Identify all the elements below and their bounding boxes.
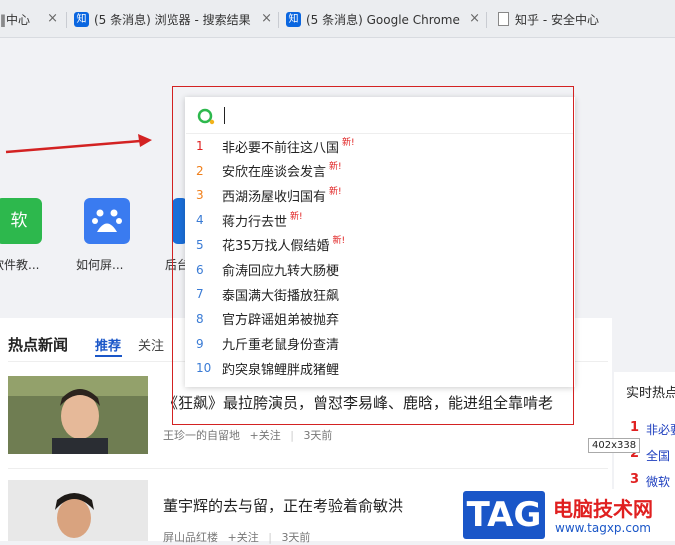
hot-item[interactable]: 微软 [646,473,675,490]
news-time: 3天前 [303,429,333,442]
hot-rank: 3 [630,472,640,487]
suggestion-rank: 10 [196,361,212,376]
baidu-shortcut-icon[interactable] [84,198,130,244]
suggestion-rank: 6 [196,262,204,277]
hot-rank: 1 [630,420,640,435]
tab-divider [66,12,67,28]
tab-label: (5 条消息) 浏览器 - 搜索结果 [94,12,251,27]
news-source[interactable]: 屏山品红楼 [163,531,218,544]
watermark-url: www.tagxp.com [555,521,651,535]
suggestion-rank: 9 [196,336,204,351]
hot-item[interactable]: 非必要 [646,421,675,438]
close-icon[interactable]: × [469,11,480,26]
browser-tab-bar: ‖中心 × 知 (5 条消息) 浏览器 - 搜索结果 × 知 (5 条消息) G… [0,0,675,38]
document-icon [498,12,509,26]
suggestion-text: 花35万找人假结婚 [222,239,330,255]
suggestion-rank: 3 [196,188,204,203]
software-shortcut-icon[interactable]: 软 [0,198,42,244]
shortcut-label: 软件教... [0,258,40,272]
suggestion-item[interactable]: 9 九斤重老鼠身份查清 [196,332,339,356]
search-input[interactable] [186,98,574,134]
tab-label: 知乎 - 安全中心 [515,12,599,27]
new-badge: 新! [332,236,346,247]
suggestion-rank: 7 [196,287,204,302]
news-title[interactable]: 《狂飙》最拉胯演员，曾怼李易峰、鹿晗，能进组全靠啃老 [163,392,553,413]
selection-size-label: 402x338 [588,438,641,453]
shortcut-label: 如何屏... [76,258,124,272]
suggestion-item[interactable]: 3 西湖汤屋收归国有 新! [196,183,342,207]
suggestion-item[interactable]: 2 安欣在座谈会发言 新! [196,159,342,183]
suggestion-rank: 2 [196,163,204,178]
follow-link[interactable]: +关注 [228,531,259,544]
divider [8,468,608,469]
close-icon[interactable]: × [261,11,272,26]
search-engine-logo-icon [197,108,215,125]
suggestion-rank: 4 [196,213,204,228]
tab-google-chrome[interactable]: 知 (5 条消息) Google Chrome × [286,6,482,32]
tab-divider [486,12,487,28]
new-badge: 新! [329,162,342,173]
text-cursor [224,107,225,124]
tab-follow[interactable]: 关注 [138,335,164,354]
suggestion-item[interactable]: 6 俞涛回应九转大肠梗 [196,258,339,282]
suggestion-item[interactable]: 7 泰国满大街播放狂飙 [196,282,339,306]
new-badge: 新! [342,137,355,148]
zhihu-icon: 知 [286,11,301,27]
suggestion-text: 俞涛回应九转大肠梗 [222,264,340,279]
tab-label: (5 条消息) Google Chrome [306,12,460,27]
suggestion-text: 官方辟谣姐弟被抛弃 [222,313,340,329]
suggestion-rank: 8 [196,311,204,326]
new-badge: 新! [329,186,342,197]
tab-zhihu-security[interactable]: 知乎 - 安全中心 [498,6,648,32]
news-heading: 热点新闻 [8,336,69,354]
suggestion-text: 蒋力行去世 [222,214,288,230]
close-icon[interactable]: × [47,11,58,26]
tab-browser-search[interactable]: 知 (5 条消息) 浏览器 - 搜索结果 × [74,6,274,32]
watermark-logo: TAG [463,491,545,539]
suggestion-text: 西湖汤屋收归国有 [222,189,327,205]
news-thumbnail[interactable] [8,480,148,541]
news-meta: 王珍一的自留地 +关注 | 3天前 [163,429,333,442]
tab-security-center-partial[interactable]: ‖中心 × [0,6,60,32]
news-time: 3天前 [281,531,311,544]
zhihu-icon: 知 [74,11,89,27]
suggestion-item[interactable]: 10 趵突泉锦鲤胖成猪鲤 [196,356,339,380]
hot-item[interactable]: 全国 [646,447,675,464]
new-badge: 新! [290,211,303,222]
suggestion-item[interactable]: 4 蒋力行去世 新! [196,208,303,232]
news-title[interactable]: 董宇辉的去与留，正在考验着俞敏洪 [163,495,403,516]
watermark-site-name: 电脑技术网 [553,497,653,521]
suggestion-text: 安欣在座谈会发言 [222,165,327,181]
suggestion-text: 九斤重老鼠身份查清 [222,338,340,354]
baidu-paw-icon [92,209,122,232]
hot-title: 实时热点 [626,386,675,401]
suggestion-text: 非必要不前往这八国 [222,140,340,156]
news-source[interactable]: 王珍一的自留地 [163,429,240,442]
news-thumbnail[interactable] [8,376,148,454]
news-meta: 屏山品红楼 +关注 | 3天前 [163,531,311,544]
suggestion-item[interactable]: 8 官方辟谣姐弟被抛弃 [196,307,339,331]
suggestion-item[interactable]: 1 非必要不前往这八国 新! [196,134,355,158]
suggestion-text: 趵突泉锦鲤胖成猪鲤 [222,362,340,378]
tab-divider [278,12,279,28]
active-tab-underline [95,355,122,357]
follow-link[interactable]: +关注 [250,429,281,442]
suggestion-rank: 5 [196,237,204,252]
suggestion-item[interactable]: 5 花35万找人假结婚 新! [196,233,345,257]
annotation-arrow-icon [5,134,152,154]
suggestion-text: 泰国满大街播放狂飙 [222,288,340,304]
suggestion-rank: 1 [196,139,204,153]
tab-label: ‖中心 [0,12,31,27]
tab-recommend[interactable]: 推荐 [95,335,121,354]
